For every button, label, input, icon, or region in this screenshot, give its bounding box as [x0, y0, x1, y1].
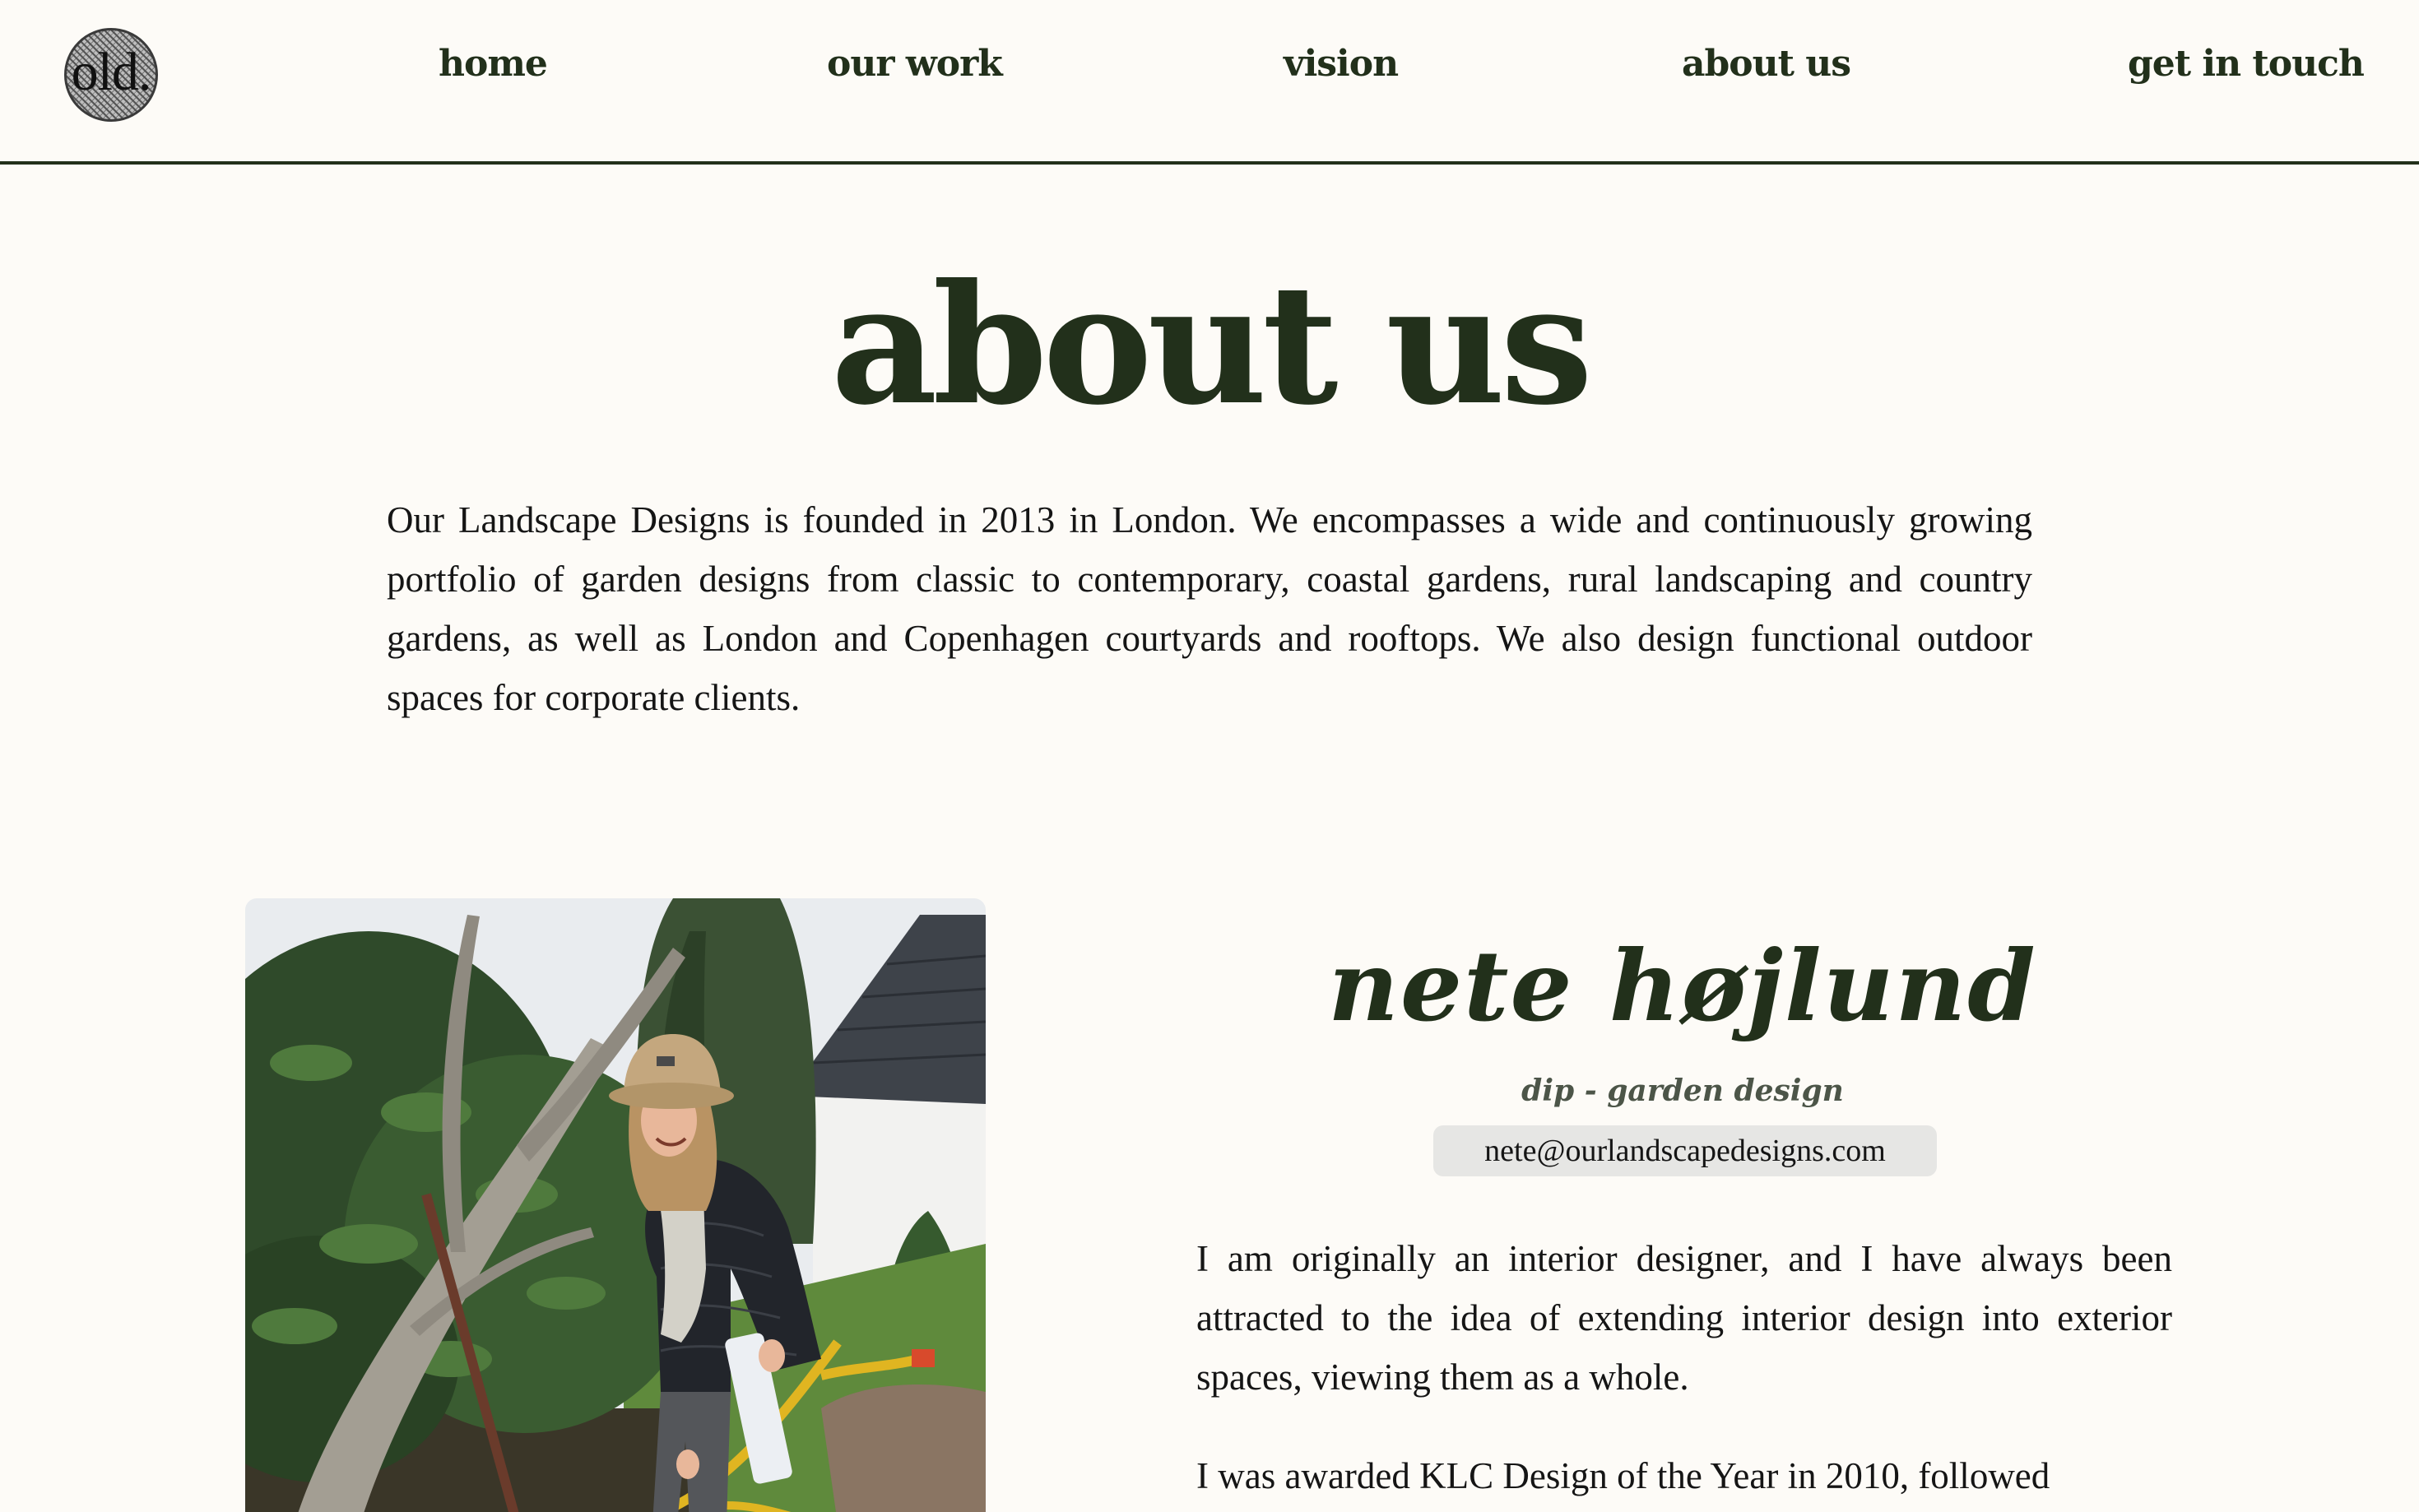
- page-title: about us: [830, 248, 1593, 442]
- nav-vision[interactable]: vision: [1284, 46, 1399, 82]
- profile-photo-illustration: [245, 898, 986, 1512]
- bio-paragraph: I am originally an interior designer, an…: [1196, 1238, 2172, 1398]
- nav-home[interactable]: home: [439, 46, 548, 82]
- logo-text: old.: [71, 42, 152, 102]
- team-member-credential: dip - garden design: [1521, 1074, 1844, 1108]
- team-member-email-link[interactable]: nete@ourlandscapedesigns.com: [1433, 1125, 1937, 1176]
- site-header: old. home our work vision about us get i…: [0, 0, 2419, 165]
- profile-photo: [245, 898, 986, 1512]
- nav-get-in-touch[interactable]: get in touch: [2128, 46, 2365, 82]
- team-member-name: nete højlund: [1328, 929, 2037, 1043]
- bio-paragraph: I was awarded KLC Design of the Year in …: [1196, 1455, 2050, 1496]
- nav-about-us[interactable]: about us: [1682, 46, 1851, 82]
- site-logo[interactable]: old.: [64, 28, 158, 122]
- intro-paragraph: Our Landscape Designs is founded in 2013…: [387, 499, 2032, 718]
- nav-our-work[interactable]: our work: [827, 46, 1003, 82]
